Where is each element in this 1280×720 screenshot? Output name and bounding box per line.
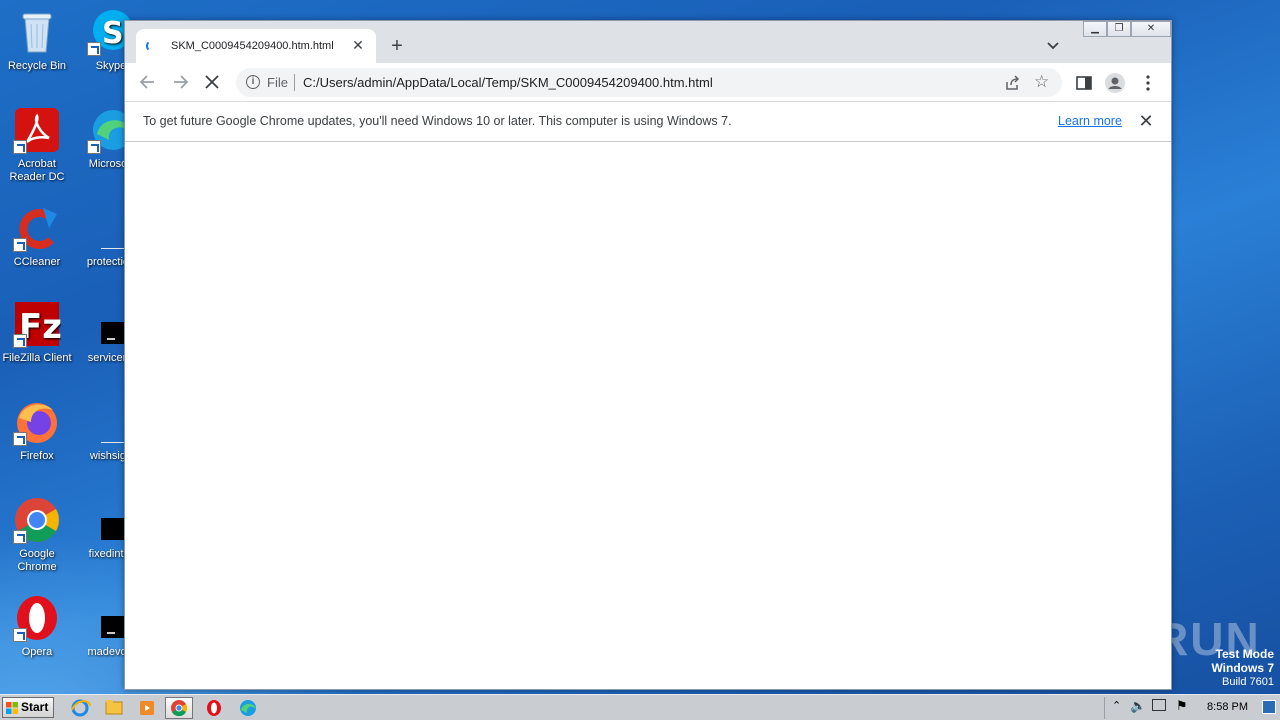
window-caption-buttons: ▁ ❐ ✕	[1083, 21, 1171, 39]
desktop-icon-chrome[interactable]: Google Chrome	[0, 496, 74, 574]
desktop-icon-label: Opera	[21, 646, 53, 658]
recycle-bin-icon	[13, 8, 61, 56]
shortcut-arrow-icon	[87, 140, 101, 154]
opera-icon	[13, 594, 61, 642]
minimize-button[interactable]: ▁	[1083, 21, 1107, 37]
desktop-icon-label: Google Chrome	[17, 548, 57, 573]
tray-divider	[1104, 697, 1105, 719]
desktop-icon-label: Firefox	[20, 450, 54, 462]
omnibox[interactable]: i File C:/Users/admin/AppData/Local/Temp…	[236, 68, 1062, 97]
page-content	[125, 142, 1171, 689]
profile-avatar-icon[interactable]	[1104, 72, 1126, 94]
desktop-icon-label: Acrobat Reader DC	[9, 158, 65, 183]
share-icon[interactable]	[1003, 74, 1021, 92]
desktop-icon-opera[interactable]: Opera	[0, 594, 74, 659]
test-mode-text: Test Mode	[1215, 647, 1274, 661]
infobar-close-icon[interactable]: ✕	[1135, 110, 1157, 132]
chrome-window: SKM_C0009454209400.htm.html ✕ + ▁ ❐ ✕ i …	[124, 20, 1172, 690]
window-close-button[interactable]: ✕	[1131, 21, 1171, 37]
firefox-icon	[13, 398, 61, 446]
desktop-icon-label: Recycle Bin	[7, 60, 67, 72]
taskbar-media-player-icon[interactable]	[133, 697, 161, 719]
desktop-icon-firefox[interactable]: Firefox	[0, 398, 74, 463]
tab-search-chevron-icon[interactable]	[1045, 37, 1061, 53]
clock[interactable]: 8:58 PM	[1207, 701, 1248, 713]
system-tray: ⌃ 🔈 ⚑ 8:58 PM	[1104, 695, 1280, 720]
url-text[interactable]: C:/Users/admin/AppData/Local/Temp/SKM_C0…	[303, 75, 713, 90]
menu-kebab-icon[interactable]	[1137, 72, 1159, 94]
forward-arrow-icon	[174, 75, 189, 89]
taskbar-chrome-icon[interactable]	[165, 697, 193, 719]
network-icon[interactable]	[1152, 699, 1166, 711]
desktop-icon-acrobat[interactable]: Acrobat Reader DC	[0, 106, 74, 184]
shortcut-arrow-icon	[13, 334, 27, 348]
tab-title: SKM_C0009454209400.htm.html	[171, 40, 334, 52]
volume-icon[interactable]: 🔈	[1130, 698, 1146, 714]
filezilla-icon: Fz	[13, 300, 62, 348]
url-scheme-label: File	[267, 75, 288, 90]
desktop-icon-label: FileZilla Client	[2, 352, 72, 364]
forward-button[interactable]	[169, 71, 191, 93]
ccleaner-icon	[13, 204, 61, 252]
desktop-icon-recycle-bin[interactable]: Recycle Bin	[0, 8, 74, 73]
start-button[interactable]: Start	[2, 697, 54, 718]
desktop-icon-filezilla[interactable]: Fz FileZilla Client	[0, 300, 74, 365]
back-arrow-icon	[139, 75, 154, 89]
tab-active[interactable]: SKM_C0009454209400.htm.html ✕	[136, 29, 376, 63]
acrobat-reader-icon	[13, 106, 61, 154]
site-info-icon[interactable]: i	[246, 75, 260, 89]
infobar-message: To get future Google Chrome updates, you…	[143, 114, 732, 128]
taskbar-opera-icon[interactable]	[200, 697, 228, 719]
show-desktop-icon[interactable]	[1262, 700, 1276, 714]
taskbar: Start ⌃ 🔈 ⚑ 8:58 PM	[0, 694, 1280, 720]
shortcut-arrow-icon	[13, 238, 27, 252]
shortcut-arrow-icon	[13, 530, 27, 544]
learn-more-link[interactable]: Learn more	[1058, 114, 1122, 128]
windows-flag-icon	[6, 702, 18, 714]
build-text: Build 7601	[1222, 676, 1274, 688]
svg-text:S: S	[102, 16, 124, 51]
loading-spinner-icon	[146, 40, 158, 52]
back-button[interactable]	[137, 71, 159, 93]
new-tab-button[interactable]: +	[387, 36, 407, 56]
tab-strip: SKM_C0009454209400.htm.html ✕ + ▁ ❐ ✕	[125, 21, 1171, 63]
side-panel-icon[interactable]	[1073, 72, 1095, 94]
shortcut-arrow-icon	[13, 432, 27, 446]
desktop-icon-label: CCleaner	[13, 256, 61, 268]
browser-toolbar: i File C:/Users/admin/AppData/Local/Temp…	[125, 63, 1171, 101]
stop-loading-button[interactable]	[201, 71, 223, 93]
desktop-icon-ccleaner[interactable]: CCleaner	[0, 204, 74, 269]
tab-close-icon[interactable]: ✕	[350, 37, 366, 53]
taskbar-edge-icon[interactable]	[234, 697, 262, 719]
bookmark-star-icon[interactable]: ☆	[1034, 72, 1049, 92]
shortcut-arrow-icon	[13, 140, 27, 154]
restore-button[interactable]: ❐	[1107, 21, 1131, 37]
shortcut-arrow-icon	[13, 628, 27, 642]
google-chrome-icon	[13, 496, 61, 544]
show-hidden-icons-icon[interactable]: ⌃	[1112, 699, 1121, 712]
action-center-flag-icon[interactable]: ⚑	[1176, 698, 1188, 714]
taskbar-explorer-icon[interactable]	[100, 697, 128, 719]
shortcut-arrow-icon	[87, 42, 101, 56]
taskbar-ie-icon[interactable]	[66, 697, 94, 719]
os-name-text: Windows 7	[1211, 661, 1274, 675]
omnibox-divider	[294, 74, 295, 91]
update-infobar: To get future Google Chrome updates, you…	[125, 101, 1171, 142]
start-label: Start	[21, 700, 49, 714]
stop-x-icon	[205, 75, 219, 89]
test-mode-label: Test Mode Windows 7 Build 7601	[1211, 647, 1274, 689]
